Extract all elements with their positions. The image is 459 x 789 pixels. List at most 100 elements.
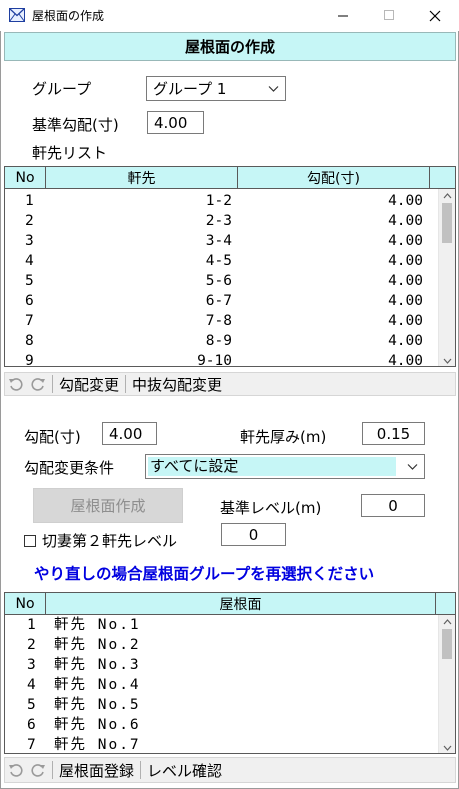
cell-slope: 4.00 [388, 293, 423, 309]
close-button[interactable] [412, 0, 458, 31]
slope-condition-value: すべてに設定 [148, 457, 396, 476]
window-title: 屋根面の作成 [32, 9, 105, 23]
checkbox-icon[interactable] [24, 534, 36, 547]
cell-slope: 4.00 [388, 193, 423, 209]
cell-no: 9 [25, 353, 34, 367]
table-row[interactable]: 9 9-10 4.00 [5, 351, 440, 367]
cell-roof-name: 軒先 No.6 [54, 717, 141, 733]
group-select[interactable]: グループ 1 [146, 76, 286, 101]
maximize-icon [383, 10, 394, 20]
gable-level-label: 切妻第２軒先レベル [42, 532, 178, 550]
table-row[interactable]: 4 4-5 4.00 [5, 251, 440, 271]
table-row[interactable]: 6 軒先 No.6 [5, 715, 440, 735]
redo-icon[interactable] [27, 759, 49, 781]
cell-eave: 4-5 [205, 253, 232, 269]
level-check-button[interactable]: レベル確認 [144, 759, 226, 781]
redo-icon[interactable] [27, 373, 49, 395]
cell-eave: 8-9 [205, 333, 232, 349]
scroll-down-icon[interactable] [443, 358, 452, 364]
slope-label: 勾配(寸) [24, 428, 81, 446]
column-header-no[interactable]: No [5, 167, 46, 189]
eave-list-grid[interactable]: No 軒先 勾配(寸) 1 1-2 4.00 2 2-3 4.00 3 3-4 4.00 4 4-5… [4, 166, 456, 367]
cell-no: 5 [25, 273, 34, 289]
scroll-up-icon[interactable] [443, 193, 452, 199]
cell-eave: 3-4 [205, 233, 232, 249]
table-row[interactable]: 5 5-6 4.00 [5, 271, 440, 291]
group-select-value: グループ 1 [153, 80, 227, 98]
table-row[interactable]: 7 軒先 No.7 [5, 735, 440, 753]
table-row[interactable]: 3 軒先 No.3 [5, 655, 440, 675]
chevron-down-icon [268, 85, 279, 92]
table-row[interactable]: 2 2-3 4.00 [5, 211, 440, 231]
column-header-filler [436, 593, 455, 615]
base-slope-label: 基準勾配(寸) [32, 116, 119, 134]
cell-eave: 2-3 [205, 213, 232, 229]
table-row[interactable]: 1 軒先 No.1 [5, 615, 440, 635]
eave-thickness-input[interactable]: 0.15 [362, 422, 425, 445]
column-header-no[interactable]: No [5, 593, 46, 615]
cell-no: 5 [27, 697, 36, 713]
cell-slope: 4.00 [388, 353, 423, 367]
mail-envelope-icon [9, 8, 25, 22]
mid-slope-change-button[interactable]: 中抜勾配変更 [129, 373, 226, 395]
cell-no: 6 [27, 717, 36, 733]
undo-icon[interactable] [5, 759, 27, 781]
scroll-up-icon[interactable] [443, 619, 452, 625]
cell-roof-name: 軒先 No.7 [54, 737, 141, 753]
gable-level-input[interactable]: 0 [221, 523, 286, 546]
cell-eave: 1-2 [205, 193, 232, 209]
scroll-thumb[interactable] [442, 203, 452, 243]
cell-eave: 5-6 [205, 273, 232, 289]
base-level-label: 基準レベル(m) [220, 499, 322, 517]
column-header-slope[interactable]: 勾配(寸) [238, 167, 430, 189]
cell-no: 1 [27, 617, 36, 633]
scroll-down-icon[interactable] [443, 745, 452, 751]
chevron-down-icon [407, 463, 418, 470]
cell-roof-name: 軒先 No.5 [54, 697, 141, 713]
slope-input[interactable]: 4.00 [102, 422, 157, 445]
column-header-eave[interactable]: 軒先 [46, 167, 238, 189]
column-header-filler [430, 167, 455, 189]
cell-no: 2 [27, 637, 36, 653]
undo-icon[interactable] [5, 373, 27, 395]
eave-thickness-label: 軒先厚み(m) [240, 428, 327, 446]
base-slope-value[interactable]: 4.00 [147, 111, 204, 134]
toolbar-separator [52, 375, 53, 393]
table-row[interactable]: 8 8-9 4.00 [5, 331, 440, 351]
column-header-roof[interactable]: 屋根面 [46, 593, 436, 615]
minimize-button[interactable] [320, 0, 366, 31]
gable-level-checkbox[interactable]: 切妻第２軒先レベル [24, 530, 177, 551]
cell-no: 6 [25, 293, 34, 309]
register-roof-button[interactable]: 屋根面登録 [56, 759, 138, 781]
slope-condition-select[interactable]: すべてに設定 [145, 454, 425, 479]
table-row[interactable]: 6 6-7 4.00 [5, 291, 440, 311]
table-row[interactable]: 7 7-8 4.00 [5, 311, 440, 331]
cell-no: 3 [27, 657, 36, 673]
table-row[interactable]: 3 3-4 4.00 [5, 231, 440, 251]
table-row[interactable]: 2 軒先 No.2 [5, 635, 440, 655]
minimize-icon [337, 15, 348, 17]
eave-list-label: 軒先リスト [32, 144, 108, 162]
cell-slope: 4.00 [388, 233, 423, 249]
maximize-button[interactable] [366, 0, 412, 31]
cell-no: 1 [25, 193, 34, 209]
cell-no: 7 [25, 313, 34, 329]
toolbar-separator [52, 761, 53, 779]
base-level-input[interactable]: 0 [361, 494, 425, 517]
cell-slope: 4.00 [388, 333, 423, 349]
table-row[interactable]: 4 軒先 No.4 [5, 675, 440, 695]
eave-toolbar: 勾配変更 中抜勾配変更 [4, 372, 456, 396]
cell-no: 2 [25, 213, 34, 229]
roof-list-grid[interactable]: No 屋根面 1 軒先 No.1 2 軒先 No.2 3 軒先 No.3 4 軒先 No.4 5… [4, 592, 456, 754]
slope-change-button[interactable]: 勾配変更 [56, 373, 123, 395]
eave-list-scrollbar[interactable] [438, 189, 455, 366]
close-icon [429, 10, 441, 21]
scroll-thumb[interactable] [442, 629, 452, 659]
roof-list-scrollbar[interactable] [438, 615, 455, 753]
create-roof-button[interactable]: 屋根面作成 [33, 488, 183, 523]
table-row[interactable]: 5 軒先 No.5 [5, 695, 440, 715]
cell-no: 4 [25, 253, 34, 269]
cell-slope: 4.00 [388, 313, 423, 329]
table-row[interactable]: 1 1-2 4.00 [5, 191, 440, 211]
cell-eave: 9-10 [197, 353, 232, 367]
